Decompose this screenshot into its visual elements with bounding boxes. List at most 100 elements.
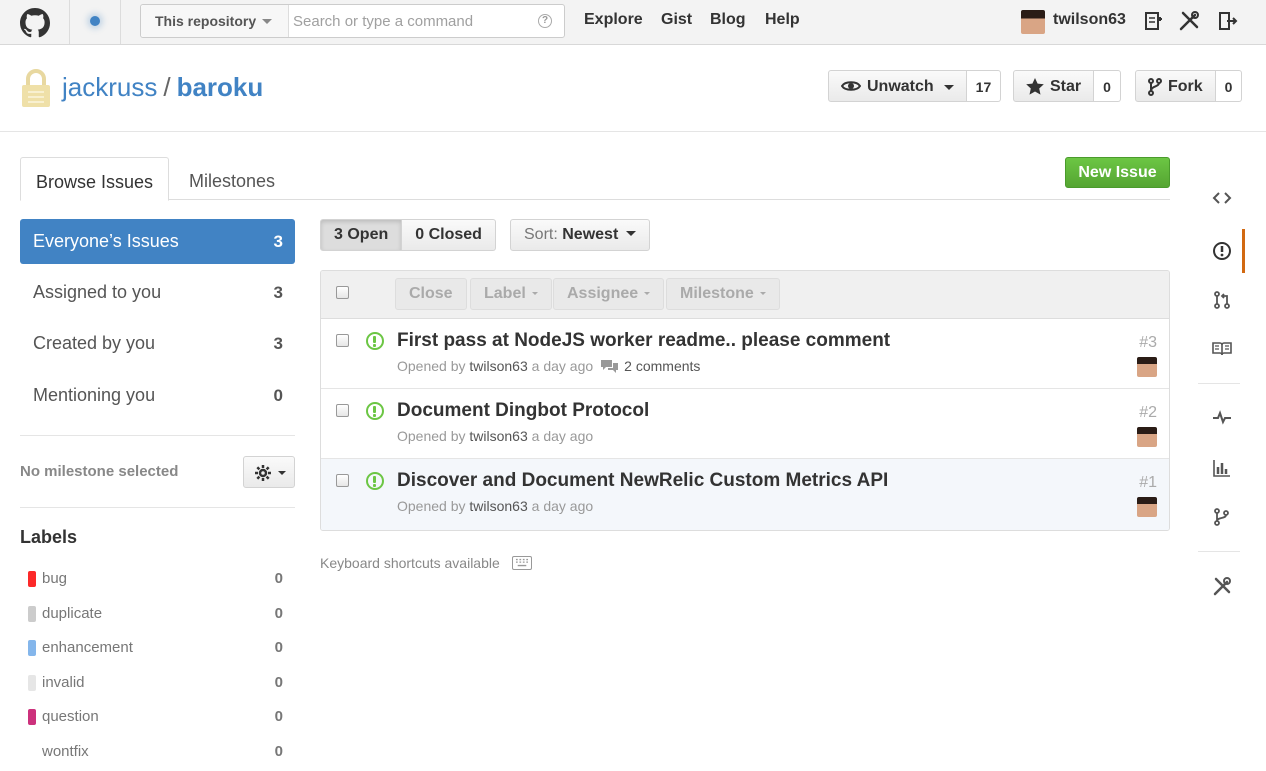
watch-group: Unwatch 17 — [828, 70, 1002, 102]
settings-tools-icon[interactable] — [1178, 10, 1200, 32]
star-group: Star 0 — [1013, 70, 1121, 102]
sign-out-icon[interactable] — [1216, 10, 1238, 32]
search-input[interactable] — [293, 11, 523, 31]
code-icon — [1212, 192, 1232, 204]
issue-meta: Opened by twilson63 a day ago — [397, 428, 593, 444]
tab-milestones[interactable]: Milestones — [174, 157, 290, 200]
issue-number[interactable]: #2 — [1139, 404, 1157, 422]
issue-checkbox[interactable] — [336, 404, 349, 417]
issue-assignee-avatar[interactable] — [1137, 497, 1157, 517]
new-issue-button[interactable]: New Issue — [1065, 157, 1170, 188]
issue-author-link[interactable]: twilson63 — [469, 498, 527, 514]
book-icon — [1212, 342, 1232, 356]
search-box: This repository ? — [140, 4, 565, 38]
tab-browse-issues[interactable]: Browse Issues — [20, 157, 170, 201]
issue-title-link[interactable]: First pass at NodeJS worker readme.. ple… — [397, 330, 890, 352]
search-scope-dropdown[interactable]: This repository — [141, 5, 289, 37]
issue-title-link[interactable]: Discover and Document NewRelic Custom Me… — [397, 470, 888, 492]
close-action-button[interactable]: Close — [395, 278, 467, 310]
milestone-settings-button[interactable] — [243, 456, 295, 488]
label-count: 0 — [274, 743, 283, 760]
issue-comments-link[interactable]: 2 comments — [624, 358, 700, 374]
label-count: 0 — [274, 605, 283, 622]
chevron-down-icon — [626, 231, 637, 236]
filter-everyones-issues[interactable]: Everyone’s Issues 3 — [20, 219, 295, 264]
label-color-swatch — [28, 744, 36, 760]
chevron-down-icon — [943, 85, 954, 90]
issue-assignee-avatar[interactable] — [1137, 427, 1157, 447]
label-name: invalid — [42, 674, 85, 691]
star-icon — [1026, 78, 1044, 95]
issue-number[interactable]: #3 — [1139, 334, 1157, 352]
label-action-button[interactable]: Label — [470, 278, 552, 310]
rail-network[interactable] — [1198, 495, 1245, 539]
label-item-bug[interactable]: bug 0 — [28, 570, 283, 590]
issue-row[interactable]: First pass at NodeJS worker readme.. ple… — [321, 319, 1169, 389]
top-header: This repository ? Explore Gist Blog Help… — [0, 0, 1266, 45]
label-count: 0 — [274, 674, 283, 691]
rail-pulse[interactable] — [1198, 395, 1245, 439]
repo-name-link[interactable]: baroku — [177, 72, 264, 102]
issue-row[interactable]: Discover and Document NewRelic Custom Me… — [321, 459, 1169, 530]
rail-graphs[interactable] — [1198, 446, 1245, 490]
label-item-duplicate[interactable]: duplicate 0 — [28, 605, 283, 625]
github-octocat-icon[interactable] — [20, 8, 50, 38]
issue-number[interactable]: #1 — [1139, 474, 1157, 492]
notifications-indicator[interactable] — [82, 8, 108, 34]
rail-pull-requests[interactable] — [1198, 278, 1245, 322]
repo-owner-link[interactable]: jackruss — [62, 72, 157, 102]
fork-button[interactable]: Fork — [1135, 70, 1216, 102]
label-item-question[interactable]: question 0 — [28, 708, 283, 728]
open-issues-button[interactable]: 3 Open — [320, 219, 403, 251]
help-icon[interactable]: ? — [538, 14, 552, 28]
filter-assigned-to-you[interactable]: Assigned to you 3 — [20, 270, 295, 315]
unwatch-label: Unwatch — [867, 78, 934, 95]
repo-header: jackruss / baroku Unwatch 17 Star 0 Fork 0 — [0, 45, 1266, 132]
chevron-down-icon — [278, 471, 286, 475]
rail-wiki[interactable] — [1198, 327, 1245, 371]
user-avatar[interactable] — [1021, 10, 1045, 34]
sort-prefix: Sort: — [524, 226, 558, 243]
nav-blog[interactable]: Blog — [710, 11, 746, 29]
star-button[interactable]: Star — [1013, 70, 1095, 102]
assignee-action-button[interactable]: Assignee — [553, 278, 665, 310]
select-all-checkbox[interactable] — [336, 286, 349, 299]
label-item-enhancement[interactable]: enhancement 0 — [28, 639, 283, 659]
keyboard-shortcuts-link[interactable]: Keyboard shortcuts available — [320, 555, 500, 571]
filter-created-by-you[interactable]: Created by you 3 — [20, 321, 295, 366]
rail-settings[interactable] — [1198, 564, 1245, 608]
watch-count[interactable]: 17 — [966, 70, 1002, 102]
issue-checkbox[interactable] — [336, 334, 349, 347]
rail-issues[interactable] — [1198, 229, 1245, 273]
chevron-down-icon — [644, 292, 651, 295]
label-color-swatch — [28, 640, 36, 656]
create-repo-icon[interactable] — [1142, 10, 1164, 32]
sort-dropdown[interactable]: Sort: Newest — [510, 219, 651, 251]
label-name: bug — [42, 570, 68, 587]
issue-assignee-avatar[interactable] — [1137, 357, 1157, 377]
sidebar-divider — [20, 507, 295, 508]
filter-count: 0 — [273, 386, 283, 405]
issue-checkbox[interactable] — [336, 474, 349, 487]
filter-mentioning-you[interactable]: Mentioning you 0 — [20, 373, 295, 418]
issue-title-link[interactable]: Document Dingbot Protocol — [397, 400, 649, 422]
issue-author-link[interactable]: twilson63 — [469, 358, 527, 374]
issue-author-link[interactable]: twilson63 — [469, 428, 527, 444]
star-count[interactable]: 0 — [1094, 70, 1121, 102]
label-item-wontfix[interactable]: wontfix 0 — [28, 743, 283, 763]
milestone-action-button[interactable]: Milestone — [666, 278, 780, 310]
unwatch-button[interactable]: Unwatch — [828, 70, 967, 102]
nav-help[interactable]: Help — [765, 11, 800, 29]
nav-gist[interactable]: Gist — [661, 11, 692, 29]
nav-explore[interactable]: Explore — [584, 11, 643, 29]
label-item-invalid[interactable]: invalid 0 — [28, 674, 283, 694]
rail-code[interactable] — [1198, 176, 1245, 220]
issue-opened-by: Opened by — [397, 358, 466, 374]
username-link[interactable]: twilson63 — [1053, 11, 1126, 29]
fork-count[interactable]: 0 — [1215, 70, 1243, 102]
tools-icon — [1213, 577, 1231, 596]
filter-count: 3 — [273, 283, 283, 302]
issue-row[interactable]: Document Dingbot Protocol Opened by twils… — [321, 389, 1169, 459]
closed-issues-button[interactable]: 0 Closed — [402, 219, 496, 251]
chevron-down-icon — [759, 292, 766, 295]
